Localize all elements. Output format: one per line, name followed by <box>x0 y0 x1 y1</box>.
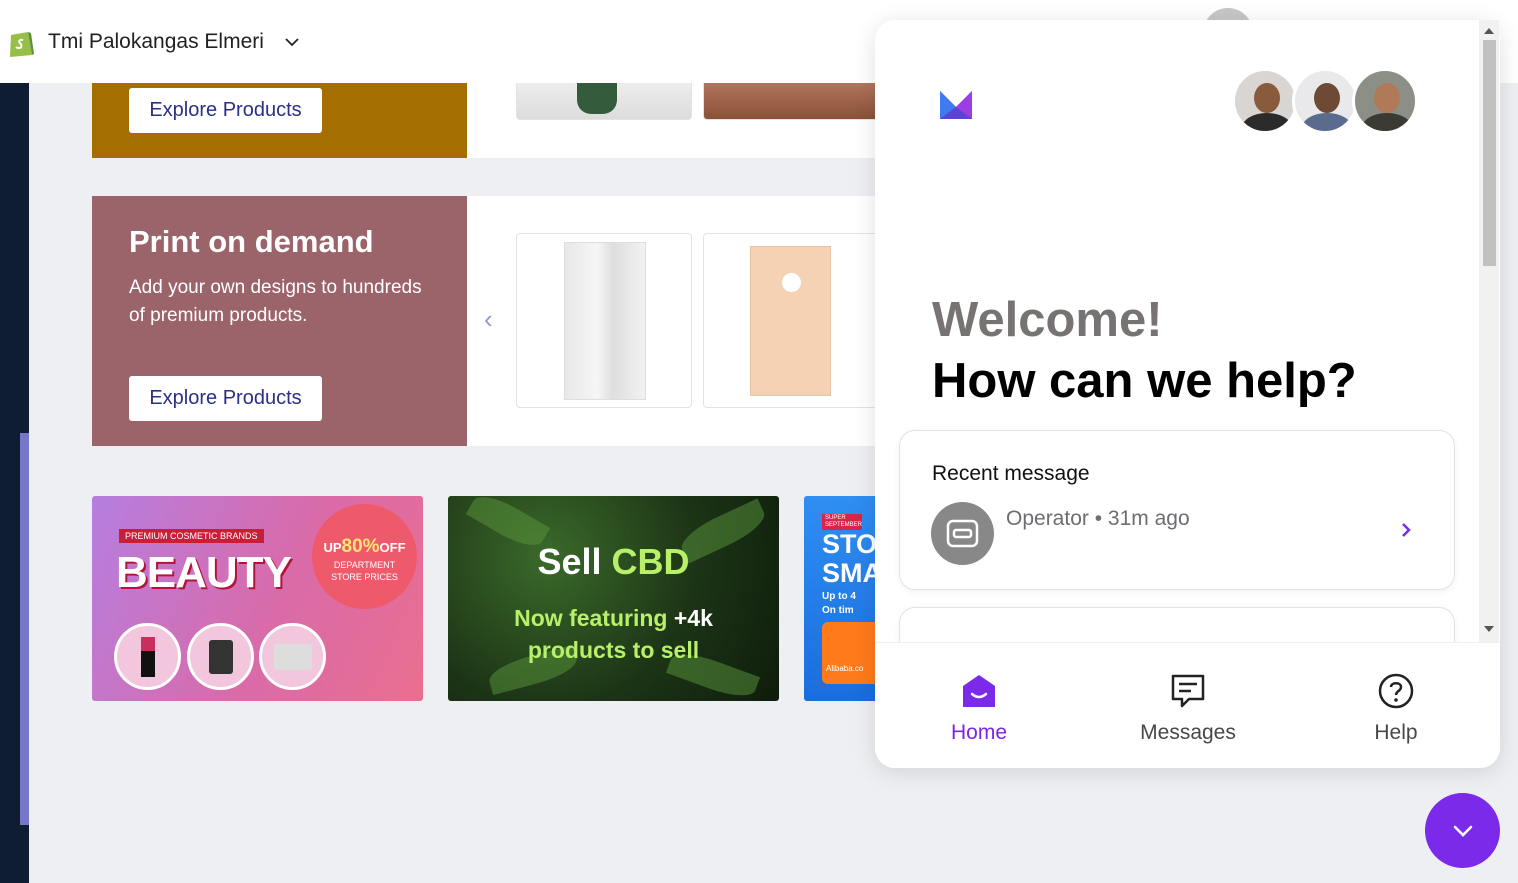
beauty-banner[interactable]: PREMIUM COSMETIC BRANDS BEAUTY UP80%OFF … <box>92 496 423 701</box>
home-icon <box>963 675 995 707</box>
product-thumbnail[interactable] <box>516 233 692 408</box>
promo-block: Explore Products <box>92 83 892 158</box>
promo-lead: Explore Products <box>92 83 467 158</box>
promo-description: Add your own designs to hundreds of prem… <box>129 277 422 326</box>
discount-badge: UP80%OFF DEPARTMENT STORE PRICES <box>312 504 417 609</box>
welcome-heading: Welcome! <box>932 293 1163 347</box>
promo-title: Print on demand <box>129 224 374 259</box>
perfume-icon <box>187 623 254 690</box>
nav-messages-label: Messages <box>1140 721 1236 744</box>
promo-block: Print on demand Add your own designs to … <box>92 196 892 446</box>
banner-headline: BEAUTY <box>116 548 292 597</box>
cbd-banner[interactable]: Sell CBD Now featuring +4k products to se… <box>448 496 779 701</box>
team-avatar <box>1292 68 1358 134</box>
operator-avatar <box>931 502 994 565</box>
rail-accent <box>20 433 29 825</box>
chevron-down-icon <box>1453 825 1472 837</box>
messages-icon <box>1171 674 1205 708</box>
scroll-up-icon[interactable] <box>1484 28 1494 34</box>
help-icon <box>1378 673 1414 709</box>
product-image <box>577 83 617 114</box>
recent-message-title: Recent message <box>932 462 1090 485</box>
shopify-logo-icon <box>10 31 34 57</box>
product-thumbnail[interactable] <box>703 233 879 408</box>
close-widget-button[interactable] <box>1425 793 1500 868</box>
banner-subline: Now featuring +4k products to sell <box>514 605 713 663</box>
nav-help-label: Help <box>1374 721 1418 744</box>
recent-message-card[interactable]: Recent message Operator • 31m ago <box>899 430 1455 590</box>
scrollbar-thumb[interactable] <box>1483 40 1496 266</box>
left-rail <box>0 83 29 883</box>
banner-subline: Up to 4 On tim <box>822 591 856 616</box>
nav-home-label: Home <box>950 721 1008 744</box>
team-avatar <box>1232 68 1298 134</box>
cream-jar-icon <box>259 623 326 690</box>
lipstick-icon <box>114 623 181 690</box>
nav-messages[interactable]: Messages <box>1108 671 1268 745</box>
explore-products-button[interactable]: Explore Products <box>129 376 322 421</box>
explore-products-button[interactable]: Explore Products <box>129 88 322 133</box>
help-heading: How can we help? <box>932 354 1357 408</box>
nav-home[interactable]: Home <box>899 671 1059 745</box>
operator-bot-icon <box>946 519 979 548</box>
banner-tag: SUPER SEPTEMBER <box>822 514 862 530</box>
team-avatar <box>1352 68 1418 134</box>
alibaba-banner[interactable]: SUPER SEPTEMBER STO SMA Up to 4 On tim Alib… <box>804 496 884 701</box>
banner-headline: STO SMA <box>822 529 882 588</box>
banner-tag: PREMIUM COSMETIC BRANDS <box>119 529 264 543</box>
carousel-prev-icon[interactable]: ‹ <box>484 306 498 332</box>
scrollbar[interactable] <box>1479 20 1499 642</box>
scroll-down-icon[interactable] <box>1484 626 1494 632</box>
widget-bottom-nav: Home Messages Help <box>875 642 1500 768</box>
nav-help[interactable]: Help <box>1316 671 1476 745</box>
help-widget: Welcome! How can we help? Recent message… <box>875 20 1500 768</box>
product-thumbnail[interactable] <box>516 83 692 120</box>
brand-logo-icon <box>940 91 972 119</box>
store-name[interactable]: Tmi Palokangas Elmeri <box>48 30 264 54</box>
product-thumbnail[interactable] <box>703 83 879 120</box>
recent-message-meta: Operator • 31m ago <box>1006 507 1190 530</box>
banner-headline: Sell CBD <box>537 541 690 582</box>
chevron-down-icon[interactable] <box>284 34 300 50</box>
cornhole-board-image <box>750 246 831 396</box>
alibaba-logo: Alibaba.co <box>822 622 882 684</box>
towel-image <box>564 242 646 400</box>
promo-lead: Print on demand Add your own designs to … <box>92 196 467 446</box>
chevron-right-icon[interactable] <box>1400 521 1412 539</box>
